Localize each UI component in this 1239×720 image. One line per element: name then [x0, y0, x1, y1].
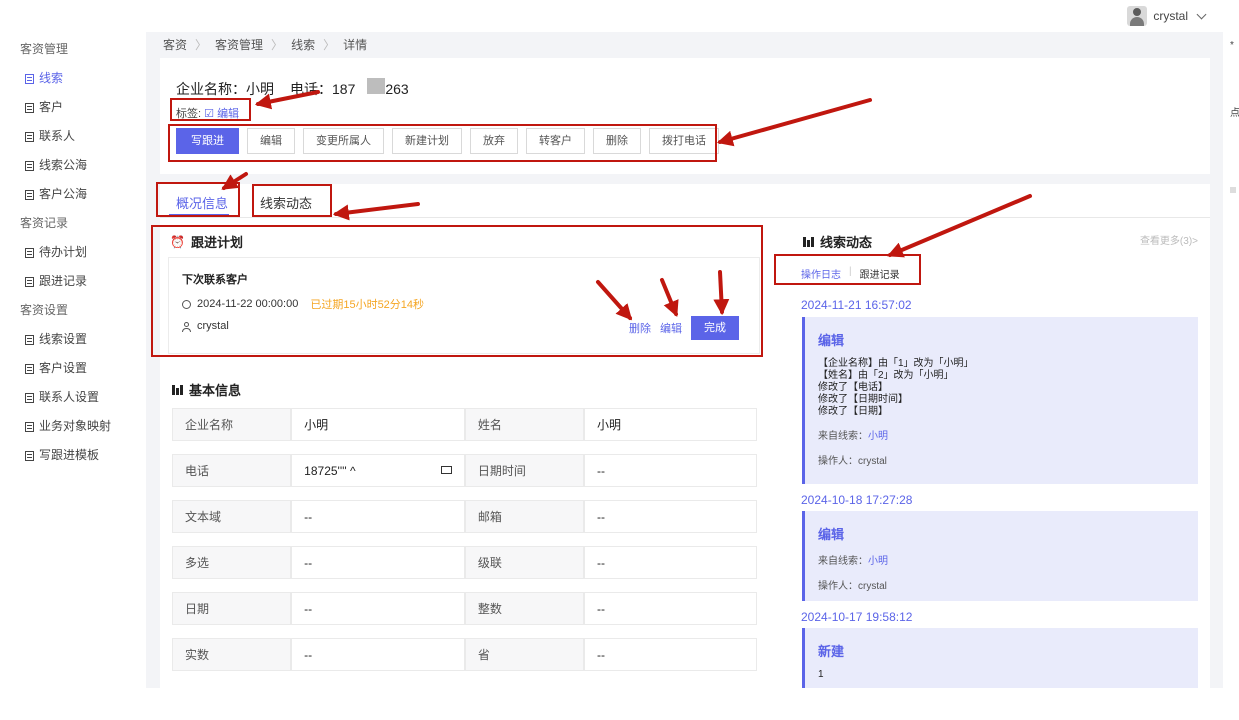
arrow-to-tags	[254, 90, 320, 110]
annotation-arrows	[221, 90, 1032, 321]
arrow-to-edit	[660, 278, 679, 317]
arrow-to-toolbar	[716, 98, 872, 147]
arrow-to-dynamics-tab	[332, 202, 420, 221]
arrow-to-done	[713, 270, 730, 316]
arrow-to-delete	[596, 280, 633, 321]
arrow-to-subtabs	[887, 194, 1032, 258]
arrow-to-overview-tab	[221, 172, 248, 190]
